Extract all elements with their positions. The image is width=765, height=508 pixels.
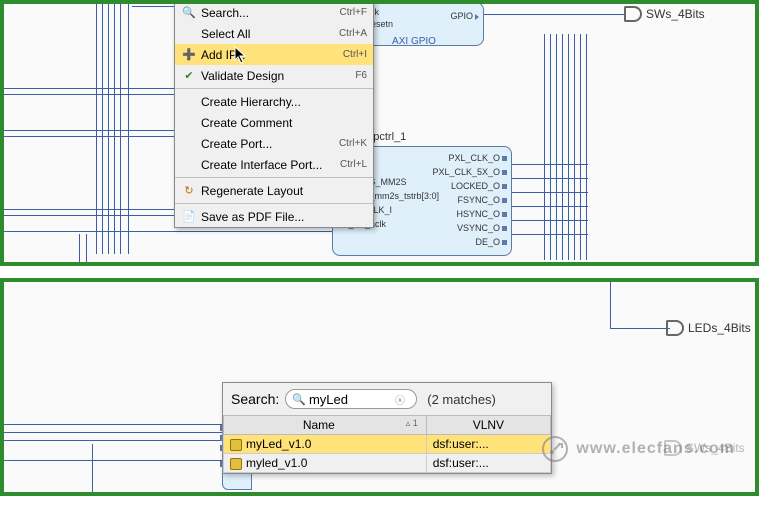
menu-item-validate-design[interactable]: ✔ Validate Design F6 xyxy=(175,65,373,86)
block-design-canvas-top[interactable]: i_aclk i_aresetn GPIO AXI GPIO axi_dispc… xyxy=(0,0,759,266)
search-input[interactable] xyxy=(309,392,395,407)
ip-vlnv: dsf:user:... xyxy=(426,454,550,473)
magnifier-icon: 🔍 xyxy=(292,393,306,406)
menu-item-regenerate-layout[interactable]: ↻ Regenerate Layout xyxy=(175,180,373,201)
watermark-logo-icon xyxy=(542,436,568,462)
validate-icon: ✔ xyxy=(181,69,197,82)
regenerate-icon: ↻ xyxy=(181,184,197,197)
menu-item-create-comment[interactable]: Create Comment xyxy=(175,112,373,133)
external-port-label: SWs_4Bits xyxy=(646,7,705,21)
menu-item-search[interactable]: 🔍 Search... Ctrl+F xyxy=(175,2,373,23)
external-port-leds-4bits[interactable]: LEDs_4Bits xyxy=(666,320,751,336)
search-input-wrap[interactable]: 🔍 ⓧ xyxy=(285,389,417,409)
ip-result-row[interactable]: myled_v1.0 dsf:user:... xyxy=(224,454,551,473)
menu-label: Create Port... xyxy=(197,137,339,151)
external-port-sws-4bits[interactable]: SWs_4Bits xyxy=(624,6,705,22)
menu-item-add-ip[interactable]: ➕ Add IP... Ctrl+I xyxy=(175,44,373,65)
search-row: Search: 🔍 ⓧ (2 matches) xyxy=(223,383,551,415)
port-shape-icon xyxy=(666,320,684,336)
menu-label: Regenerate Layout xyxy=(197,184,367,198)
sort-indicator-icon: ▵ 1 xyxy=(406,418,418,429)
ip-name: myLed_v1.0 xyxy=(246,437,311,451)
block-design-canvas-bottom[interactable]: LEDs_4Bits Search: 🔍 ⓧ (2 matches) Name … xyxy=(0,278,759,496)
ip-results-table: Name ▵ 1 VLNV myLed_v1.0 dsf:user:... my… xyxy=(223,415,551,473)
port-label: LOCKED_O xyxy=(451,181,500,191)
external-port-label: LEDs_4Bits xyxy=(688,321,751,335)
menu-shortcut: Ctrl+I xyxy=(343,49,367,60)
add-ip-icon: ➕ xyxy=(181,48,197,61)
search-label: Search: xyxy=(231,391,279,407)
ip-search-popup: Search: 🔍 ⓧ (2 matches) Name ▵ 1 VLNV xyxy=(222,382,552,474)
menu-separator xyxy=(175,203,373,204)
ip-name: myled_v1.0 xyxy=(246,456,307,470)
menu-item-save-as-pdf[interactable]: 📄 Save as PDF File... xyxy=(175,206,373,227)
menu-shortcut: F6 xyxy=(355,70,367,81)
menu-shortcut: Ctrl+F xyxy=(340,7,368,18)
menu-label: Validate Design xyxy=(197,69,355,83)
menu-item-create-interface-port[interactable]: Create Interface Port... Ctrl+L xyxy=(175,154,373,175)
menu-label: Create Hierarchy... xyxy=(197,95,367,109)
canvas-context-menu: 🔍 Search... Ctrl+F Select All Ctrl+A ➕ A… xyxy=(174,1,374,228)
menu-item-create-port[interactable]: Create Port... Ctrl+K xyxy=(175,133,373,154)
column-header-vlnv[interactable]: VLNV xyxy=(426,416,550,435)
port-label: VSYNC_O xyxy=(457,223,500,233)
menu-separator xyxy=(175,177,373,178)
watermark: www.elecfans.com xyxy=(542,436,735,462)
column-header-name[interactable]: Name ▵ 1 xyxy=(224,416,427,435)
menu-shortcut: Ctrl+K xyxy=(339,138,367,149)
menu-separator xyxy=(175,88,373,89)
search-icon: 🔍 xyxy=(181,6,197,19)
menu-item-create-hierarchy[interactable]: Create Hierarchy... xyxy=(175,91,373,112)
search-matches-text: (2 matches) xyxy=(427,392,496,407)
menu-shortcut: Ctrl+L xyxy=(340,159,367,170)
menu-label: Save as PDF File... xyxy=(197,210,367,224)
port-label: DE_O xyxy=(475,237,500,247)
menu-label: Search... xyxy=(197,6,340,20)
port-label: PXL_CLK_5X_O xyxy=(432,167,500,177)
port-label: FSYNC_O xyxy=(457,195,500,205)
menu-item-select-all[interactable]: Select All Ctrl+A xyxy=(175,23,373,44)
port-shape-icon xyxy=(624,6,642,22)
menu-label: Create Interface Port... xyxy=(197,158,340,172)
port-label: PXL_CLK_O xyxy=(448,153,500,163)
ip-vlnv: dsf:user:... xyxy=(426,435,550,454)
menu-label: Add IP... xyxy=(197,48,343,62)
clear-search-icon[interactable]: ⓧ xyxy=(395,392,405,407)
port-label: HSYNC_O xyxy=(456,209,500,219)
menu-shortcut: Ctrl+A xyxy=(339,28,367,39)
pdf-icon: 📄 xyxy=(181,210,197,223)
ip-package-icon xyxy=(230,439,242,451)
menu-label: Select All xyxy=(197,27,339,41)
ip-package-icon xyxy=(230,458,242,470)
port-label: GPIO xyxy=(450,11,473,21)
ip-result-row[interactable]: myLed_v1.0 dsf:user:... xyxy=(224,435,551,454)
watermark-text: www.elecfans.com xyxy=(576,440,735,458)
menu-label: Create Comment xyxy=(197,116,367,130)
